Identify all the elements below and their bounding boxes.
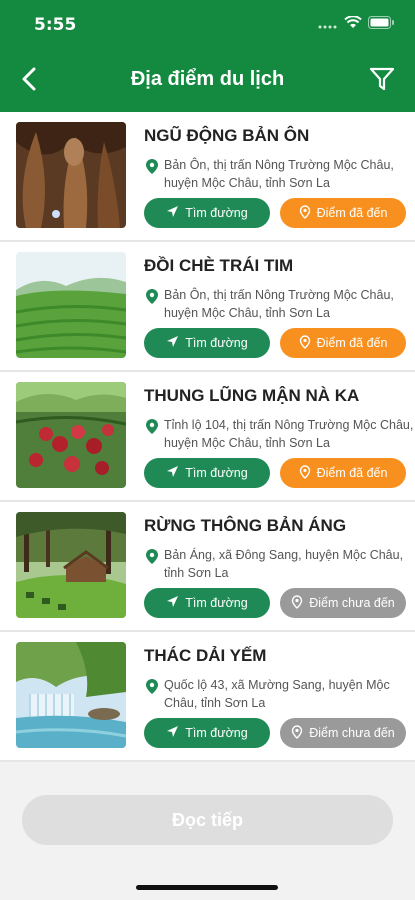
place-name: RỪNG THÔNG BẢN ÁNG: [144, 516, 347, 535]
plum-photo: [16, 382, 126, 488]
location-pin-icon: [146, 419, 158, 434]
navigation-arrow-icon: [166, 725, 179, 741]
waterfall-photo: [16, 642, 126, 748]
place-address: Tỉnh lộ 104, thị trấn Nông Trường Mộc Ch…: [146, 416, 415, 452]
signal-icon: [318, 16, 338, 34]
tea-hill-photo: [16, 252, 126, 358]
status-icons: [318, 15, 395, 34]
visit-status-label: Điểm đã đến: [316, 466, 388, 480]
place-address: Bản Ôn, thị trấn Nông Trường Mộc Châu, h…: [146, 156, 415, 192]
footer: Đọc tiếp: [0, 770, 415, 900]
address-text: Bản Ôn, thị trấn Nông Trường Mộc Châu, h…: [164, 288, 394, 320]
place-address: Bản Ôn, thị trấn Nông Trường Mộc Châu, h…: [146, 286, 415, 322]
visit-status-label: Điểm chưa đến: [309, 726, 395, 740]
not-visited-pin-icon: [291, 594, 303, 612]
pine-forest-photo: [16, 512, 126, 618]
place-name: THUNG LŨNG MẬN NÀ KA: [144, 386, 360, 405]
filter-icon[interactable]: [369, 66, 395, 92]
visit-status-label: Điểm đã đến: [316, 336, 388, 350]
navigation-arrow-icon: [166, 335, 179, 351]
visit-status-button[interactable]: Điểm đã đến: [280, 198, 406, 228]
find-route-label: Tìm đường: [185, 596, 248, 610]
location-pin-icon: [146, 549, 158, 564]
visit-status-label: Điểm đã đến: [316, 206, 388, 220]
place-name: THÁC DẢI YẾM: [144, 646, 267, 665]
status-time: 5:55: [34, 15, 77, 35]
wifi-icon: [344, 15, 362, 34]
address-text: Quốc lộ 43, xã Mường Sang, huyện Mộc Châ…: [164, 678, 390, 710]
location-pin-icon: [146, 159, 158, 174]
place-list: NGŨ ĐỘNG BẢN ÔN Bản Ôn, thị trấn Nông Tr…: [0, 112, 415, 762]
visit-status-button[interactable]: Điểm đã đến: [280, 458, 406, 488]
navigation-arrow-icon: [166, 595, 179, 611]
find-route-button[interactable]: Tìm đường: [144, 718, 270, 748]
place-name: NGŨ ĐỘNG BẢN ÔN: [144, 126, 310, 145]
navigation-arrow-icon: [166, 465, 179, 481]
find-route-button[interactable]: Tìm đường: [144, 198, 270, 228]
visited-pin-icon: [299, 464, 311, 482]
address-text: Bản Ôn, thị trấn Nông Trường Mộc Châu, h…: [164, 158, 394, 190]
place-address: Bản Áng, xã Đông Sang, huyện Mộc Châu, t…: [146, 546, 415, 582]
app-header: 5:55 Địa điểm du lịch: [0, 0, 415, 112]
address-text: Tỉnh lộ 104, thị trấn Nông Trường Mộc Ch…: [164, 418, 414, 450]
place-name: ĐỒI CHÈ TRÁI TIM: [144, 256, 294, 275]
place-card[interactable]: ĐỒI CHÈ TRÁI TIM Bản Ôn, thị trấn Nông T…: [0, 242, 415, 372]
home-indicator[interactable]: [136, 885, 278, 890]
find-route-label: Tìm đường: [185, 726, 248, 740]
read-more-button[interactable]: Đọc tiếp: [22, 795, 393, 845]
place-address: Quốc lộ 43, xã Mường Sang, huyện Mộc Châ…: [146, 676, 415, 712]
find-route-label: Tìm đường: [185, 336, 248, 350]
place-card[interactable]: RỪNG THÔNG BẢN ÁNG Bản Áng, xã Đông Sang…: [0, 502, 415, 632]
visit-status-button[interactable]: Điểm chưa đến: [280, 588, 406, 618]
visited-pin-icon: [299, 334, 311, 352]
find-route-label: Tìm đường: [185, 206, 248, 220]
place-card[interactable]: THUNG LŨNG MẬN NÀ KA Tỉnh lộ 104, thị tr…: [0, 372, 415, 502]
cave-photo: [16, 122, 126, 228]
visit-status-button[interactable]: Điểm đã đến: [280, 328, 406, 358]
location-pin-icon: [146, 289, 158, 304]
not-visited-pin-icon: [291, 724, 303, 742]
visited-pin-icon: [299, 204, 311, 222]
find-route-button[interactable]: Tìm đường: [144, 328, 270, 358]
find-route-button[interactable]: Tìm đường: [144, 588, 270, 618]
status-bar: 5:55: [0, 0, 415, 50]
battery-icon: [368, 16, 395, 34]
place-card[interactable]: THÁC DẢI YẾM Quốc lộ 43, xã Mường Sang, …: [0, 632, 415, 762]
address-text: Bản Áng, xã Đông Sang, huyện Mộc Châu, t…: [164, 548, 404, 580]
find-route-button[interactable]: Tìm đường: [144, 458, 270, 488]
find-route-label: Tìm đường: [185, 466, 248, 480]
page-title: Địa điểm du lịch: [130, 68, 285, 90]
navigation-arrow-icon: [166, 205, 179, 221]
visit-status-label: Điểm chưa đến: [309, 596, 395, 610]
visit-status-button[interactable]: Điểm chưa đến: [280, 718, 406, 748]
place-card[interactable]: NGŨ ĐỘNG BẢN ÔN Bản Ôn, thị trấn Nông Tr…: [0, 112, 415, 242]
location-pin-icon: [146, 679, 158, 694]
